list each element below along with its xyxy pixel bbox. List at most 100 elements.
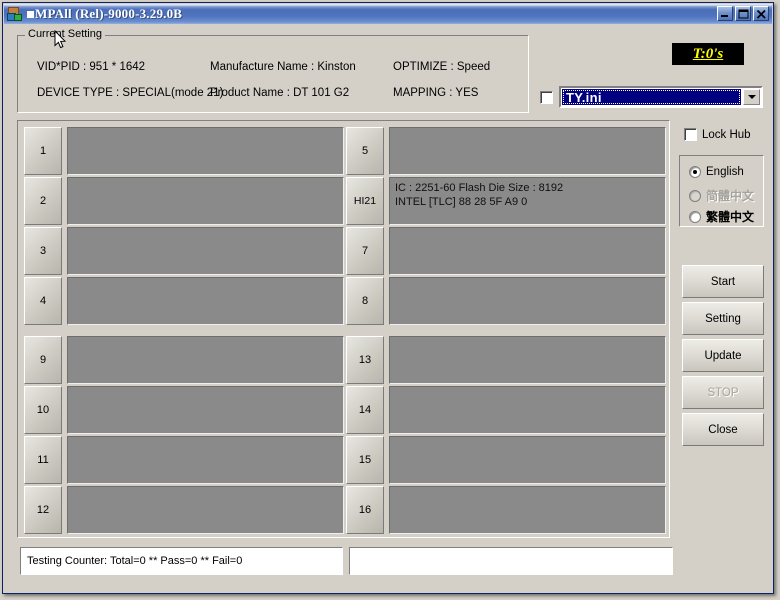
port-row: 3 <box>24 227 344 275</box>
port-status-panel-16[interactable] <box>389 486 666 534</box>
port-status-panel-7[interactable] <box>389 227 666 275</box>
timer-value: T:0's <box>693 46 724 63</box>
port-button-10[interactable]: 10 <box>24 386 62 434</box>
setting-button[interactable]: Setting <box>682 302 764 335</box>
lock-hub-label: Lock Hub <box>702 129 751 141</box>
maximize-button[interactable] <box>735 6 751 21</box>
minimize-button[interactable] <box>717 6 733 21</box>
port-button-3[interactable]: 3 <box>24 227 62 275</box>
vid-pid-value: VID*PID : 951 * 1642 <box>37 61 145 73</box>
port-status-panel-1[interactable] <box>67 127 344 175</box>
port-button-11[interactable]: 11 <box>24 436 62 484</box>
port-status-panel-12[interactable] <box>67 486 344 534</box>
language-option-simplified-chinese: 简體中文 <box>689 187 754 204</box>
language-label-traditional-chinese: 繁體中文 <box>706 208 754 225</box>
port-row: 16 <box>346 486 666 534</box>
port-row: 11 <box>24 436 344 484</box>
radio-icon-simplified-chinese <box>689 190 701 202</box>
mapping-value: MAPPING : YES <box>393 87 478 99</box>
window-controls <box>717 6 769 21</box>
port-button-16[interactable]: 16 <box>346 486 384 534</box>
port-button-5[interactable]: 5 <box>346 127 384 175</box>
port-row: 13 <box>346 336 666 384</box>
port-row: 10 <box>24 386 344 434</box>
window-frame: MPAll (Rel)-9000-3.29.0B Current Setting… <box>2 2 774 594</box>
port-button-8[interactable]: 8 <box>346 277 384 325</box>
language-option-traditional-chinese[interactable]: 繁體中文 <box>689 208 754 225</box>
port-row: 5 <box>346 127 666 175</box>
ports-client-panel: 12349101112 5HI21IC : 2251-60 Flash Die … <box>17 120 670 538</box>
chevron-down-icon[interactable] <box>743 89 760 105</box>
port-status-line: IC : 2251-60 Flash Die Size : 8192 <box>395 181 660 195</box>
title-bar: MPAll (Rel)-9000-3.29.0B <box>4 4 772 24</box>
ini-file-combobox[interactable]: TY.ini <box>559 86 763 108</box>
status-message-field[interactable] <box>349 547 673 575</box>
port-status-panel-3[interactable] <box>67 227 344 275</box>
title-bullet-icon <box>27 11 34 18</box>
port-row: 12 <box>24 486 344 534</box>
testing-counter-text: Testing Counter: Total=0 ** Pass=0 ** Fa… <box>27 555 242 567</box>
port-row: 7 <box>346 227 666 275</box>
lock-hub-checkbox[interactable]: Lock Hub <box>684 128 751 141</box>
port-status-panel-14[interactable] <box>389 386 666 434</box>
port-row: 14 <box>346 386 666 434</box>
ini-file-value-field[interactable]: TY.ini <box>562 89 741 105</box>
port-status-panel-15[interactable] <box>389 436 666 484</box>
ini-file-value: TY.ini <box>566 90 602 105</box>
manufacture-name-value: Manufacture Name : Kinston <box>210 61 356 73</box>
app-window: MPAll (Rel)-9000-3.29.0B Current Setting… <box>0 0 780 600</box>
port-row: 15 <box>346 436 666 484</box>
action-button-group: Start Setting Update STOP Close <box>682 265 764 450</box>
port-status-panel-6[interactable]: IC : 2251-60 Flash Die Size : 8192INTEL … <box>389 177 666 225</box>
port-status-panel-11[interactable] <box>67 436 344 484</box>
port-row: 1 <box>24 127 344 175</box>
port-row: 8 <box>346 277 666 325</box>
port-button-12[interactable]: 12 <box>24 486 62 534</box>
close-button[interactable] <box>753 6 769 21</box>
current-setting-title: Current Setting <box>25 28 105 40</box>
optimize-value: OPTIMIZE : Speed <box>393 61 490 73</box>
language-label-simplified-chinese: 简體中文 <box>706 187 754 204</box>
product-name-value: Product Name : DT 101 G2 <box>210 87 349 99</box>
port-button-15[interactable]: 15 <box>346 436 384 484</box>
device-type-value: DEVICE TYPE : SPECIAL(mode 21) <box>37 87 223 99</box>
port-button-1[interactable]: 1 <box>24 127 62 175</box>
testing-counter-field[interactable]: Testing Counter: Total=0 ** Pass=0 ** Fa… <box>20 547 343 575</box>
port-row: 2 <box>24 177 344 225</box>
update-button[interactable]: Update <box>682 339 764 372</box>
language-groupbox: English 简體中文 繁體中文 <box>679 155 764 227</box>
stop-button: STOP <box>682 376 764 409</box>
current-setting-groupbox <box>17 35 529 113</box>
port-button-14[interactable]: 14 <box>346 386 384 434</box>
ports-left-column: 12349101112 <box>24 127 344 536</box>
port-status-panel-10[interactable] <box>67 386 344 434</box>
port-button-7[interactable]: 7 <box>346 227 384 275</box>
ini-enable-checkbox[interactable] <box>540 91 553 104</box>
port-status-line: INTEL [TLC] 88 28 5F A9 0 <box>395 195 660 209</box>
port-status-panel-4[interactable] <box>67 277 344 325</box>
language-option-english[interactable]: English <box>689 166 744 178</box>
port-status-panel-2[interactable] <box>67 177 344 225</box>
port-status-panel-5[interactable] <box>389 127 666 175</box>
app-icon <box>7 7 23 22</box>
radio-icon-traditional-chinese <box>689 211 701 223</box>
port-button-4[interactable]: 4 <box>24 277 62 325</box>
port-row: 9 <box>24 336 344 384</box>
port-row: 4 <box>24 277 344 325</box>
port-button-6[interactable]: HI21 <box>346 177 384 225</box>
port-button-13[interactable]: 13 <box>346 336 384 384</box>
radio-icon-english <box>689 166 701 178</box>
port-status-panel-9[interactable] <box>67 336 344 384</box>
ports-right-column: 5HI21IC : 2251-60 Flash Die Size : 8192I… <box>346 127 666 536</box>
window-title: MPAll (Rel)-9000-3.29.0B <box>35 6 182 22</box>
port-row: HI21IC : 2251-60 Flash Die Size : 8192IN… <box>346 177 666 225</box>
close-button[interactable]: Close <box>682 413 764 446</box>
language-label-english: English <box>706 166 744 178</box>
port-button-9[interactable]: 9 <box>24 336 62 384</box>
port-button-2[interactable]: 2 <box>24 177 62 225</box>
lock-hub-box-icon <box>684 128 697 141</box>
start-button[interactable]: Start <box>682 265 764 298</box>
port-status-panel-8[interactable] <box>389 277 666 325</box>
timer-display: T:0's <box>672 43 744 65</box>
port-status-panel-13[interactable] <box>389 336 666 384</box>
